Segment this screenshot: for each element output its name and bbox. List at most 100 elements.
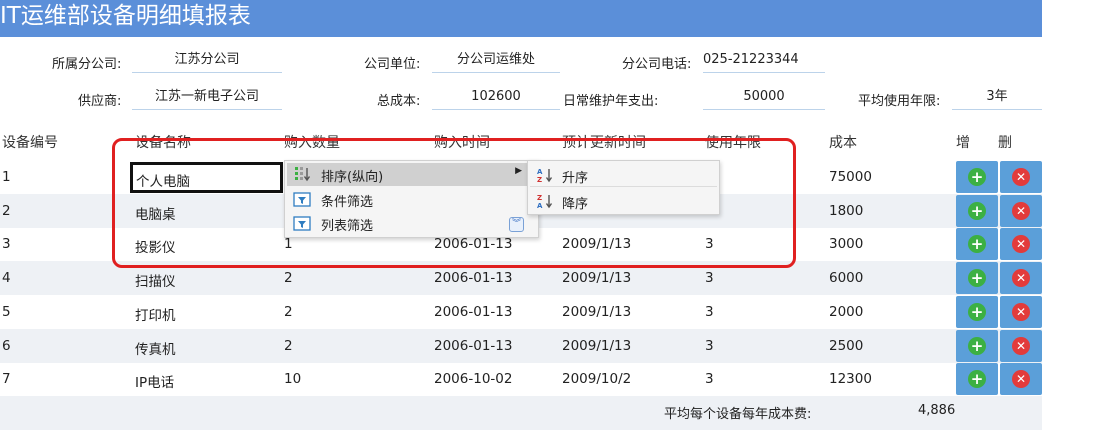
add-row-button[interactable]: + — [956, 262, 998, 294]
phone-label: 分公司电话: — [622, 57, 692, 72]
close-icon: ✕ — [1012, 303, 1030, 321]
cell-renew-date[interactable]: 2009/1/13 — [562, 338, 631, 354]
header-buy-date[interactable]: 购入时间 — [434, 132, 490, 152]
cell-years[interactable]: 3 — [705, 304, 714, 320]
cell-years[interactable]: 3 — [705, 270, 714, 286]
header-add: 增 — [956, 135, 970, 151]
delete-row-button[interactable]: ✕ — [1000, 330, 1042, 362]
menu-item-sort[interactable]: 排序(纵向) ▶ — [287, 163, 536, 186]
add-row-button[interactable]: + — [956, 161, 998, 193]
cell-name[interactable]: 投影仪 — [135, 236, 176, 256]
cell-cost[interactable]: 12300 — [829, 371, 872, 387]
delete-row-button[interactable]: ✕ — [1000, 296, 1042, 328]
cell-cost[interactable]: 6000 — [829, 270, 863, 286]
cell-cost[interactable]: 2500 — [829, 338, 863, 354]
close-icon: ✕ — [1012, 337, 1030, 355]
cell-id[interactable]: 2 — [2, 203, 11, 219]
menu-item-ascending[interactable]: A Z 升序 — [530, 163, 717, 187]
add-row-button[interactable]: + — [956, 363, 998, 395]
cell-years[interactable]: 3 — [705, 236, 714, 252]
header-qty[interactable]: 购入数量 — [284, 132, 340, 152]
close-icon: ✕ — [1012, 370, 1030, 388]
maintenance-field[interactable]: 50000 — [703, 84, 825, 110]
submenu-item-label: 升序 — [562, 171, 589, 186]
header-years[interactable]: 使用年限 — [705, 132, 761, 152]
plus-icon: + — [968, 168, 986, 186]
sort-ascending-icon: A Z — [537, 168, 553, 184]
cell-years[interactable]: 3 — [705, 371, 714, 387]
cell-years[interactable]: 3 — [705, 338, 714, 354]
header-cost[interactable]: 成本 — [829, 132, 857, 152]
plus-icon: + — [968, 202, 986, 220]
cell-qty[interactable]: 2 — [284, 270, 293, 286]
delete-row-button[interactable]: ✕ — [1000, 228, 1042, 260]
delete-row-button[interactable]: ✕ — [1000, 262, 1042, 294]
header-renew-date[interactable]: 预计更新时间 — [562, 132, 646, 152]
header-id[interactable]: 设备编号 — [2, 132, 58, 152]
cell-renew-date[interactable]: 2009/1/13 — [562, 304, 631, 320]
cell-name: 个人电脑 — [136, 174, 190, 190]
supplier-field[interactable]: 江苏一新电子公司 — [132, 84, 282, 110]
delete-row-button[interactable]: ✕ — [1000, 195, 1042, 227]
svg-text:A: A — [537, 168, 543, 176]
cell-qty[interactable]: 2 — [284, 304, 293, 320]
cell-name[interactable]: IP电话 — [135, 371, 174, 391]
cell-buy-date[interactable]: 2006-01-13 — [434, 338, 512, 354]
add-row-button[interactable]: + — [956, 195, 998, 227]
unit-field[interactable]: 分公司运维处 — [432, 47, 560, 73]
menu-item-descending[interactable]: Z A 降序 — [530, 189, 717, 213]
cell-id[interactable]: 1 — [2, 169, 11, 185]
cell-renew-date[interactable]: 2009/10/2 — [562, 371, 631, 387]
cell-id[interactable]: 3 — [2, 236, 11, 252]
double-chevron-down-icon: ︾ — [511, 219, 521, 229]
add-row-button[interactable]: + — [956, 296, 998, 328]
sort-submenu: A Z 升序 Z A 降序 — [527, 160, 720, 215]
sort-icon — [295, 167, 311, 182]
cell-name[interactable]: 扫描仪 — [135, 270, 176, 290]
cell-cost[interactable]: 1800 — [829, 203, 863, 219]
plus-icon: + — [968, 337, 986, 355]
cell-name[interactable]: 传真机 — [135, 338, 176, 358]
cell-buy-date[interactable]: 2006-01-13 — [434, 236, 512, 252]
cell-id[interactable]: 7 — [2, 371, 11, 387]
cell-name[interactable]: 电脑桌 — [135, 203, 176, 223]
branch-label: 所属分公司: — [52, 57, 122, 72]
expand-menu-button[interactable]: ︾ — [509, 217, 524, 232]
unit-label: 公司单位: — [364, 57, 421, 72]
cell-name[interactable]: 打印机 — [135, 304, 176, 324]
menu-item-condition-filter[interactable]: 条件筛选 — [287, 188, 536, 211]
selected-name-cell[interactable]: 个人电脑 — [130, 162, 283, 193]
cell-buy-date[interactable]: 2006-10-02 — [434, 371, 512, 387]
header-name[interactable]: 设备名称 — [135, 132, 191, 152]
menu-item-list-filter[interactable]: 列表筛选 — [287, 212, 536, 235]
cell-id[interactable]: 5 — [2, 304, 11, 320]
cell-qty[interactable]: 2 — [284, 338, 293, 354]
cell-qty[interactable]: 1 — [284, 236, 293, 252]
cell-buy-date[interactable]: 2006-01-13 — [434, 270, 512, 286]
cell-cost[interactable]: 3000 — [829, 236, 863, 252]
cell-id[interactable]: 4 — [2, 270, 11, 286]
cell-renew-date[interactable]: 2009/1/13 — [562, 270, 631, 286]
delete-row-button[interactable]: ✕ — [1000, 161, 1042, 193]
cell-id[interactable]: 6 — [2, 338, 11, 354]
page-title: IT运维部设备明细填报表 — [0, 3, 251, 29]
table-row: 6 传真机 2 2006-01-13 2009/1/13 3 2500 + ✕ — [0, 329, 1042, 363]
cell-qty[interactable]: 10 — [284, 371, 301, 387]
cell-buy-date[interactable]: 2006-01-13 — [434, 304, 512, 320]
cell-cost[interactable]: 2000 — [829, 304, 863, 320]
cell-cost[interactable]: 75000 — [829, 169, 872, 185]
add-row-button[interactable]: + — [956, 228, 998, 260]
delete-row-button[interactable]: ✕ — [1000, 363, 1042, 395]
phone-field[interactable]: 025-21223344 — [703, 47, 825, 73]
total-cost-field[interactable]: 102600 — [432, 84, 560, 110]
plus-icon: + — [968, 235, 986, 253]
branch-field[interactable]: 江苏分公司 — [132, 47, 282, 73]
cell-renew-date[interactable]: 2009/1/13 — [562, 236, 631, 252]
context-menu: 排序(纵向) ▶ 条件筛选 列表筛选 ︾ — [284, 160, 539, 238]
submenu-item-label: 降序 — [562, 197, 589, 212]
header-delete: 删 — [998, 135, 1012, 151]
add-row-button[interactable]: + — [956, 330, 998, 362]
avg-years-field[interactable]: 3年 — [952, 84, 1042, 110]
menu-item-label: 排序(纵向) — [321, 170, 384, 185]
table-row: 4 扫描仪 2 2006-01-13 2009/1/13 3 6000 + ✕ — [0, 261, 1042, 295]
